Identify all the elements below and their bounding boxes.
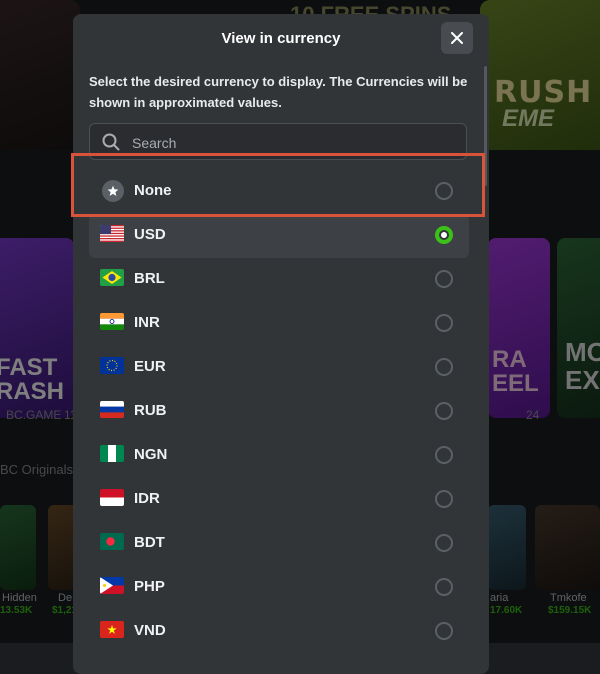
modal-title: View in currency xyxy=(221,30,341,47)
currency-code: INR xyxy=(134,314,160,331)
us-flag-icon xyxy=(100,225,124,242)
currency-option-vnd[interactable]: VND xyxy=(89,610,469,654)
radio-button[interactable] xyxy=(435,446,453,464)
brazil-flag-icon xyxy=(100,269,124,286)
modal-header: View in currency xyxy=(73,14,489,62)
currency-code: BDT xyxy=(134,534,165,551)
currency-code: IDR xyxy=(134,490,160,507)
india-flag-icon xyxy=(100,313,124,330)
currency-list: None USD BRL INR EUR RUB NGN IDR BDT PHP… xyxy=(89,170,469,654)
currency-option-rub[interactable]: RUB xyxy=(89,390,469,434)
radio-button[interactable] xyxy=(435,270,453,288)
radio-button[interactable] xyxy=(435,490,453,508)
nigeria-flag-icon xyxy=(100,445,124,462)
currency-code: RUB xyxy=(134,402,167,419)
currency-option-eur[interactable]: EUR xyxy=(89,346,469,390)
currency-code: BRL xyxy=(134,270,165,287)
vietnam-flag-icon xyxy=(100,621,124,638)
star-icon xyxy=(102,180,124,202)
radio-button[interactable] xyxy=(435,358,453,376)
currency-option-bdt[interactable]: BDT xyxy=(89,522,469,566)
search-box[interactable] xyxy=(89,123,467,161)
philippines-flag-icon xyxy=(100,577,124,594)
currency-modal: View in currency Select the desired curr… xyxy=(73,14,489,674)
radio-button[interactable] xyxy=(435,314,453,332)
radio-button[interactable] xyxy=(435,578,453,596)
currency-code: PHP xyxy=(134,578,165,595)
currency-code: USD xyxy=(134,226,166,243)
radio-button[interactable] xyxy=(435,182,453,200)
currency-option-php[interactable]: PHP xyxy=(89,566,469,610)
currency-option-idr[interactable]: IDR xyxy=(89,478,469,522)
currency-option-brl[interactable]: BRL xyxy=(89,258,469,302)
currency-option-inr[interactable]: INR xyxy=(89,302,469,346)
currency-code: EUR xyxy=(134,358,166,375)
currency-option-none[interactable]: None xyxy=(89,170,469,214)
search-icon xyxy=(102,133,120,151)
close-button[interactable] xyxy=(441,22,473,54)
eu-flag-icon xyxy=(100,357,124,374)
search-input[interactable] xyxy=(130,124,454,161)
currency-code: NGN xyxy=(134,446,168,463)
indonesia-flag-icon xyxy=(100,489,124,506)
currency-option-ngn[interactable]: NGN xyxy=(89,434,469,478)
modal-scrollbar[interactable] xyxy=(484,66,487,186)
modal-description: Select the desired currency to display. … xyxy=(89,74,468,110)
radio-button[interactable] xyxy=(435,534,453,552)
radio-button[interactable] xyxy=(435,402,453,420)
close-icon xyxy=(451,32,463,44)
bangladesh-flag-icon xyxy=(100,533,124,550)
currency-code: None xyxy=(134,182,172,199)
radio-button[interactable] xyxy=(435,622,453,640)
currency-option-usd[interactable]: USD xyxy=(89,214,469,258)
radio-button-selected[interactable] xyxy=(435,226,453,244)
currency-code: VND xyxy=(134,622,166,639)
russia-flag-icon xyxy=(100,401,124,418)
